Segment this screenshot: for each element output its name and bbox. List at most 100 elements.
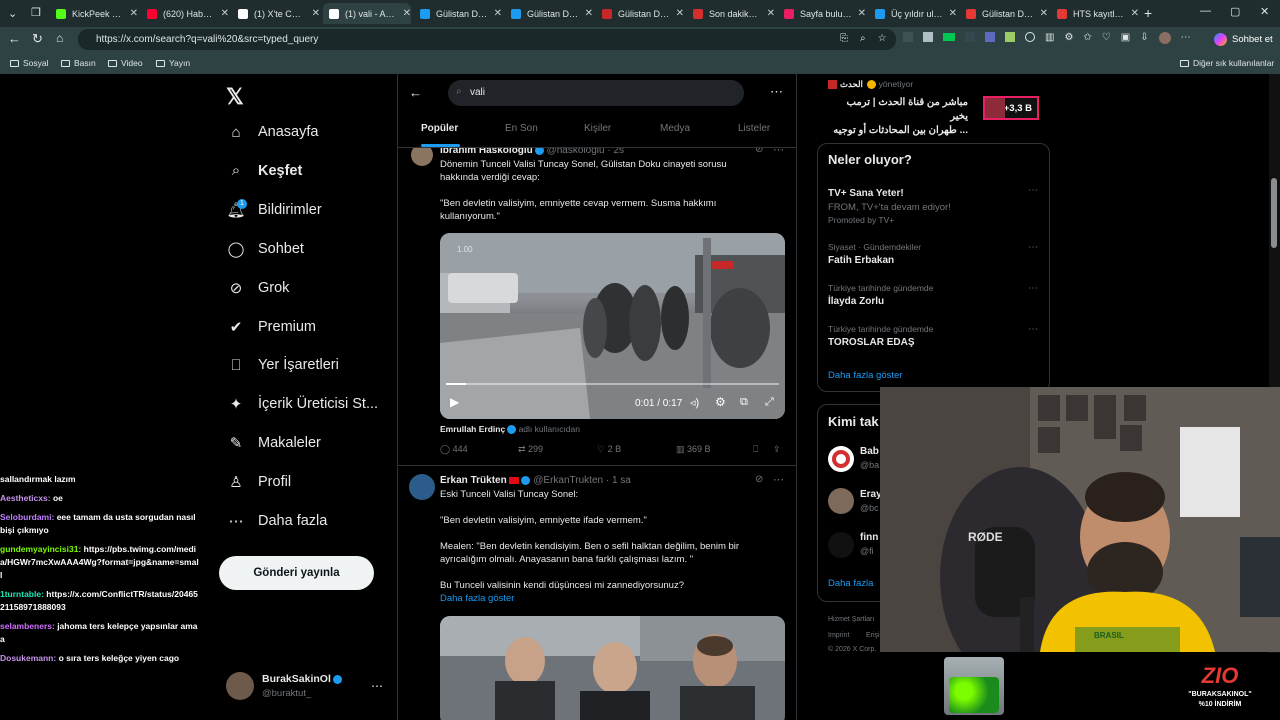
extension-icon[interactable]: [965, 32, 975, 42]
browser-tab[interactable]: HTS kayıtları ol ✕: [1051, 3, 1139, 24]
post-time[interactable]: · 1 sa: [606, 475, 631, 486]
tab-close-icon[interactable]: ✕: [1131, 8, 1139, 19]
chat-username[interactable]: selambeners:: [0, 621, 55, 631]
tab-close-icon[interactable]: ✕: [130, 8, 138, 19]
browser-tab[interactable]: Üç yıldır ulaşıl ✕: [869, 3, 957, 24]
trend-item[interactable]: Türkiye tarihinde gündemde TOROSLAR EDAŞ ⋯: [828, 324, 1040, 348]
chat-username[interactable]: Seloburdami:: [0, 512, 54, 522]
tab-close-icon[interactable]: ✕: [1040, 8, 1048, 19]
back-icon[interactable]: ←: [8, 31, 21, 46]
browser-tab[interactable]: KickPeek - Rea ✕: [50, 3, 138, 24]
search-tab[interactable]: Medya: [660, 123, 690, 134]
tab-close-icon[interactable]: ✕: [767, 8, 775, 19]
tab-close-icon[interactable]: ✕: [221, 8, 229, 19]
browser-tab[interactable]: Sayfa bulunam ✕: [778, 3, 866, 24]
x-logo[interactable]: 𝕏: [226, 84, 244, 110]
extension-icon[interactable]: [923, 32, 933, 42]
fullscreen-icon[interactable]: ⤢: [765, 396, 774, 409]
bookmark-folder-video[interactable]: Video: [108, 58, 143, 68]
maximize-icon[interactable]: ▢: [1230, 5, 1240, 18]
grok-icon[interactable]: ⊘: [755, 474, 763, 485]
author-handle[interactable]: @haskologlu: [547, 148, 605, 156]
post-image[interactable]: [440, 616, 785, 720]
nav-item[interactable]: ♙ Profil: [228, 474, 291, 491]
post-menu-icon[interactable]: ⋯: [773, 473, 784, 486]
trend-item[interactable]: TV+ Sana Yeter! FROM, TV+'ta devam ediyor…: [828, 185, 1040, 225]
avatar[interactable]: [828, 532, 854, 558]
play-icon[interactable]: ▶: [450, 395, 459, 409]
author-handle[interactable]: @ErkanTrukten: [533, 475, 603, 486]
avatar[interactable]: [226, 672, 254, 700]
trend-menu-icon[interactable]: ⋯: [1028, 185, 1038, 196]
nav-item[interactable]: ⌂ Anasayfa: [228, 124, 318, 141]
zoom-icon[interactable]: ⌕: [860, 33, 866, 44]
author-name[interactable]: İbrahim Haskoloğlu: [440, 148, 533, 156]
tab-close-icon[interactable]: ✕: [585, 8, 593, 19]
chat-username[interactable]: 1turntable:: [0, 589, 44, 599]
tab-close-icon[interactable]: ✕: [403, 8, 411, 19]
video-progress[interactable]: [446, 383, 779, 385]
browser-tab[interactable]: Son dakika fla ✕: [687, 3, 775, 24]
workspaces-icon[interactable]: ❐: [31, 6, 41, 19]
new-tab-icon[interactable]: +: [1144, 5, 1152, 21]
account-name[interactable]: BurakSakinOl: [262, 673, 342, 685]
tab-close-icon[interactable]: ✕: [494, 8, 502, 19]
grok-icon[interactable]: ⊘: [755, 148, 763, 155]
footer-link[interactable]: Imprint: [828, 632, 849, 639]
video-player[interactable]: 1.00 ▶ 0:01 / 0:17 ◃) ⚙ ⧉ ⤢: [440, 233, 785, 419]
minimize-icon[interactable]: —: [1200, 5, 1211, 17]
suggested-user-name[interactable]: finn: [860, 532, 878, 543]
search-tab[interactable]: Popüler: [421, 123, 458, 134]
nav-item[interactable]: ✎ Makaleler: [228, 435, 321, 452]
like-button[interactable]: ♡ 2 B: [597, 444, 621, 455]
search-settings-icon[interactable]: ⋯: [770, 84, 783, 100]
share-icon[interactable]: ⇪: [773, 444, 781, 455]
tab-close-icon[interactable]: ✕: [676, 8, 684, 19]
tab-close-icon[interactable]: ✕: [312, 8, 320, 19]
tab-close-icon[interactable]: ✕: [858, 8, 866, 19]
nav-item[interactable]: ⋯ Daha fazla: [228, 513, 328, 530]
avatar[interactable]: [409, 474, 435, 500]
scrollbar-thumb[interactable]: [1271, 178, 1277, 248]
tab-actions-icon[interactable]: ⌄: [8, 7, 17, 20]
nav-item[interactable]: ✦ İçerik Üreticisi St...: [228, 396, 378, 413]
suggested-user-name[interactable]: Bab: [860, 446, 879, 457]
views-button[interactable]: ▥ 369 B: [676, 444, 711, 455]
trend-item[interactable]: Siyaset · Gündemdekiler Fatih Erbakan ⋯: [828, 242, 1040, 266]
search-input[interactable]: vali: [448, 80, 744, 106]
trend-menu-icon[interactable]: ⋯: [1028, 283, 1038, 294]
post-1[interactable]: İbrahim Haskoloğlu @haskologlu · 2s ⊘ ⋯ …: [397, 148, 797, 464]
search-tab[interactable]: Listeler: [738, 123, 770, 134]
post-2[interactable]: Erkan Trükten @ErkanTrukten · 1 sa ⊘ ⋯ E…: [397, 466, 797, 720]
bookmark-icon[interactable]: ⎕: [753, 444, 758, 455]
nav-item[interactable]: ⌕ Keşfet: [228, 162, 303, 179]
trend-item[interactable]: Türkiye tarihinde gündemde İlayda Zorlu ⋯: [828, 283, 1040, 307]
nav-item[interactable]: ◯ Sohbet: [228, 241, 304, 258]
browser-tab[interactable]: Gülistan Doku ✕: [414, 3, 502, 24]
other-bookmarks[interactable]: Diğer sık kullanılanlar: [1180, 58, 1274, 68]
settings-gear-icon[interactable]: ⚙: [1064, 32, 1073, 44]
footer-link[interactable]: Hizmet Şartları: [828, 616, 874, 623]
nav-item[interactable]: ⎕ Yer İşaretleri: [228, 357, 338, 374]
home-icon[interactable]: ⌂: [56, 31, 63, 45]
show-more-link[interactable]: Daha fazla: [828, 578, 873, 589]
volume-icon[interactable]: ◃): [690, 396, 699, 409]
post-menu-icon[interactable]: ⋯: [773, 148, 784, 156]
bookmark-folder-yayin[interactable]: Yayın: [156, 58, 190, 68]
nav-item[interactable]: ⊘ Grok: [228, 280, 290, 297]
credit-name[interactable]: Emrullah Erdinç: [440, 424, 505, 434]
heart-icon[interactable]: ♡: [1102, 32, 1111, 44]
show-more-link[interactable]: Daha fazla göster: [828, 370, 902, 381]
avatar[interactable]: [411, 148, 433, 166]
refresh-icon[interactable]: ↻: [32, 31, 43, 47]
extension-icon[interactable]: [1005, 32, 1015, 42]
collections-icon[interactable]: ▣: [1121, 32, 1130, 44]
extension-icon[interactable]: [943, 33, 955, 41]
footer-link[interactable]: Erişi: [866, 632, 880, 639]
browser-tab[interactable]: (620) Habertür ✕: [141, 3, 229, 24]
split-screen-icon[interactable]: ▥: [1045, 32, 1054, 44]
favorite-star-icon[interactable]: ☆: [878, 33, 887, 44]
extension-icon[interactable]: [1025, 32, 1035, 42]
browser-tab[interactable]: (1) X'te Conflic ✕: [232, 3, 320, 24]
downloads-icon[interactable]: ⇩: [1140, 32, 1148, 44]
